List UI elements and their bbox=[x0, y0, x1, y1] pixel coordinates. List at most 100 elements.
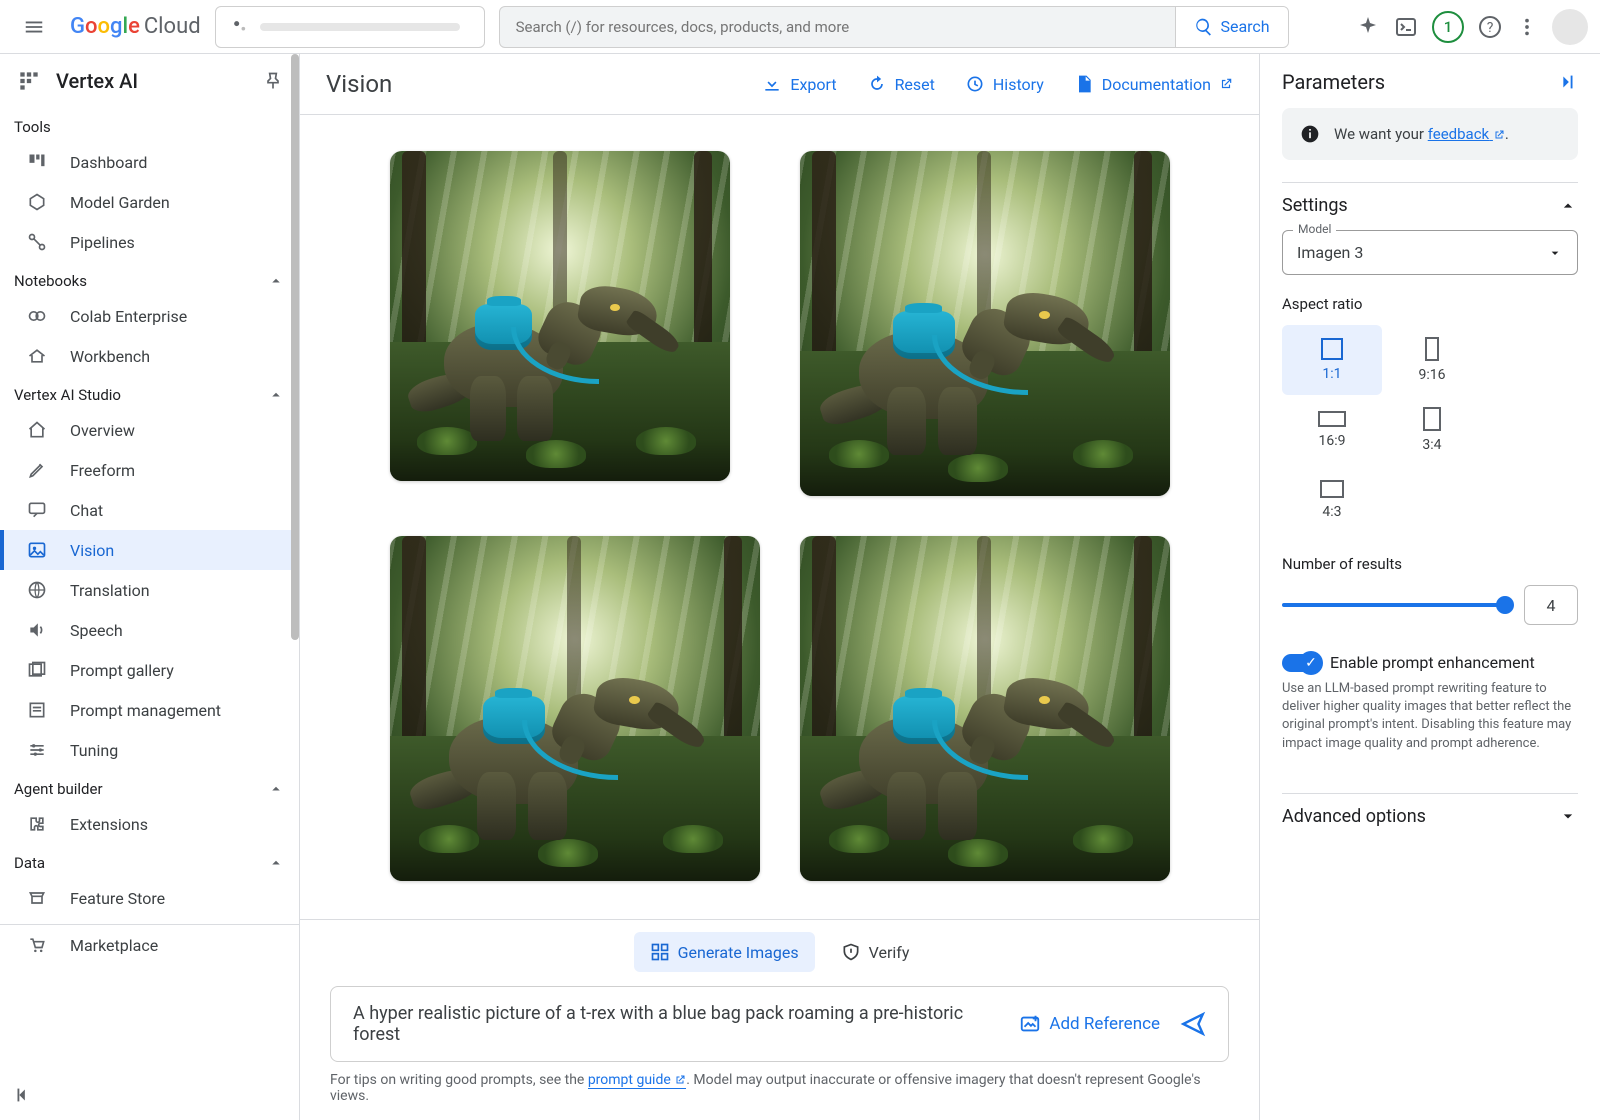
model-select[interactable]: Model Imagen 3 bbox=[1282, 230, 1578, 275]
chevron-up-icon bbox=[267, 780, 285, 798]
sidebar-item-extensions[interactable]: Extensions bbox=[0, 804, 299, 844]
image-gallery bbox=[300, 115, 1259, 919]
dashboard-icon bbox=[26, 152, 48, 172]
list-icon bbox=[26, 700, 48, 720]
sidebar-item-chat[interactable]: Chat bbox=[0, 490, 299, 530]
home-icon bbox=[26, 420, 48, 440]
generated-image-1[interactable] bbox=[390, 151, 730, 481]
chevron-up-icon bbox=[1558, 196, 1578, 216]
cloud-shell-icon[interactable] bbox=[1394, 15, 1418, 39]
gallery-icon bbox=[26, 660, 48, 680]
sidebar: Vertex AI Tools Dashboard Model Garden P… bbox=[0, 54, 300, 1120]
export-button[interactable]: Export bbox=[762, 74, 836, 94]
chevron-down-icon bbox=[1558, 806, 1578, 826]
model-field-label: Model bbox=[1293, 222, 1336, 236]
puzzle-icon bbox=[26, 814, 48, 834]
prompt-area: Generate Images Verify A hyper realistic… bbox=[300, 919, 1259, 1120]
ratio-16-9[interactable]: 16:9 bbox=[1282, 395, 1382, 465]
global-search-input[interactable] bbox=[500, 18, 1176, 36]
results-slider[interactable] bbox=[1282, 603, 1506, 607]
parameters-title: Parameters bbox=[1282, 70, 1385, 94]
sidebar-item-translation[interactable]: Translation bbox=[0, 570, 299, 610]
scrollbar[interactable] bbox=[291, 54, 299, 640]
sidebar-item-prompt-gallery[interactable]: Prompt gallery bbox=[0, 650, 299, 690]
tab-verify[interactable]: Verify bbox=[825, 932, 926, 972]
project-name-placeholder bbox=[260, 23, 460, 31]
section-agent[interactable]: Agent builder bbox=[0, 770, 299, 804]
add-reference-button[interactable]: Add Reference bbox=[1019, 1013, 1160, 1035]
pipelines-icon bbox=[26, 232, 48, 252]
toggle-knob: ✓ bbox=[1299, 651, 1323, 675]
enhance-description: Use an LLM-based prompt rewriting featur… bbox=[1282, 680, 1578, 753]
sidebar-item-dashboard[interactable]: Dashboard bbox=[0, 142, 299, 182]
sidebar-item-vision[interactable]: Vision bbox=[0, 530, 299, 570]
send-button[interactable] bbox=[1180, 1011, 1206, 1037]
collapse-panel-icon[interactable] bbox=[1556, 71, 1578, 93]
sidebar-item-colab[interactable]: Colab Enterprise bbox=[0, 296, 299, 336]
chevron-up-icon bbox=[267, 854, 285, 872]
center-panel: Vision Export Reset History Documentatio… bbox=[300, 54, 1260, 1120]
section-data[interactable]: Data bbox=[0, 844, 299, 878]
documentation-button[interactable]: Documentation bbox=[1074, 74, 1233, 94]
page-title: Vision bbox=[326, 70, 732, 98]
generated-image-3[interactable] bbox=[390, 536, 760, 881]
sidebar-item-freeform[interactable]: Freeform bbox=[0, 450, 299, 490]
center-toolbar: Vision Export Reset History Documentatio… bbox=[300, 54, 1259, 115]
gemini-icon[interactable] bbox=[1356, 15, 1380, 39]
hamburger-menu[interactable] bbox=[12, 5, 56, 49]
sliders-icon bbox=[26, 740, 48, 760]
ratio-4-3[interactable]: 4:3 bbox=[1282, 465, 1382, 535]
advanced-header[interactable]: Advanced options bbox=[1282, 793, 1578, 827]
prompt-tip: For tips on writing good prompts, see th… bbox=[330, 1072, 1229, 1104]
more-icon[interactable] bbox=[1516, 16, 1538, 38]
search-button[interactable]: Search bbox=[1175, 7, 1287, 47]
model-value: Imagen 3 bbox=[1297, 243, 1363, 262]
results-value[interactable]: 4 bbox=[1524, 585, 1578, 625]
sidebar-item-tuning[interactable]: Tuning bbox=[0, 730, 299, 770]
sidebar-item-pipelines[interactable]: Pipelines bbox=[0, 222, 299, 262]
project-icon bbox=[228, 15, 252, 39]
collapse-sidebar-icon[interactable] bbox=[12, 1084, 34, 1106]
generated-image-2[interactable] bbox=[800, 151, 1170, 496]
ratio-3-4[interactable]: 3:4 bbox=[1382, 395, 1482, 465]
prompt-text[interactable]: A hyper realistic picture of a t-rex wit… bbox=[353, 1003, 999, 1045]
section-studio[interactable]: Vertex AI Studio bbox=[0, 376, 299, 410]
enhance-label: Enable prompt enhancement bbox=[1330, 653, 1535, 672]
global-search[interactable]: Search bbox=[499, 6, 1289, 48]
sidebar-item-marketplace[interactable]: Marketplace bbox=[0, 925, 299, 965]
sidebar-item-prompt-mgmt[interactable]: Prompt management bbox=[0, 690, 299, 730]
sidebar-item-workbench[interactable]: Workbench bbox=[0, 336, 299, 376]
feedback-link[interactable]: feedback bbox=[1428, 125, 1505, 143]
slider-thumb[interactable] bbox=[1496, 596, 1514, 614]
prompt-guide-link[interactable]: prompt guide bbox=[588, 1072, 686, 1089]
sidebar-item-feature-store[interactable]: Feature Store bbox=[0, 878, 299, 918]
sidebar-item-overview[interactable]: Overview bbox=[0, 410, 299, 450]
pin-icon[interactable] bbox=[263, 71, 283, 91]
free-trial-badge[interactable]: 1 bbox=[1432, 11, 1464, 43]
chevron-up-icon bbox=[267, 386, 285, 404]
generated-image-4[interactable] bbox=[800, 536, 1170, 881]
topbar-actions: 1 ? bbox=[1356, 9, 1588, 45]
chat-icon bbox=[26, 500, 48, 520]
top-bar: Google Cloud Search 1 ? bbox=[0, 0, 1600, 54]
project-selector[interactable] bbox=[215, 6, 485, 48]
help-icon[interactable]: ? bbox=[1478, 15, 1502, 39]
vertex-ai-icon bbox=[16, 68, 42, 94]
sidebar-item-model-garden[interactable]: Model Garden bbox=[0, 182, 299, 222]
svg-text:?: ? bbox=[1487, 20, 1494, 36]
section-notebooks[interactable]: Notebooks bbox=[0, 262, 299, 296]
aspect-ratio-label: Aspect ratio bbox=[1282, 295, 1578, 313]
pencil-icon bbox=[26, 460, 48, 480]
history-button[interactable]: History bbox=[965, 74, 1044, 94]
prompt-box[interactable]: A hyper realistic picture of a t-rex wit… bbox=[330, 986, 1229, 1062]
reset-button[interactable]: Reset bbox=[867, 74, 935, 94]
ratio-1-1[interactable]: 1:1 bbox=[1282, 325, 1382, 395]
enhance-toggle[interactable]: ✓ bbox=[1282, 654, 1320, 672]
tab-generate[interactable]: Generate Images bbox=[634, 932, 815, 972]
ratio-9-16[interactable]: 9:16 bbox=[1382, 325, 1482, 395]
account-avatar[interactable] bbox=[1552, 9, 1588, 45]
google-cloud-logo[interactable]: Google Cloud bbox=[70, 14, 201, 39]
sidebar-item-speech[interactable]: Speech bbox=[0, 610, 299, 650]
settings-header[interactable]: Settings bbox=[1282, 182, 1578, 216]
mode-tabs: Generate Images Verify bbox=[330, 932, 1229, 972]
